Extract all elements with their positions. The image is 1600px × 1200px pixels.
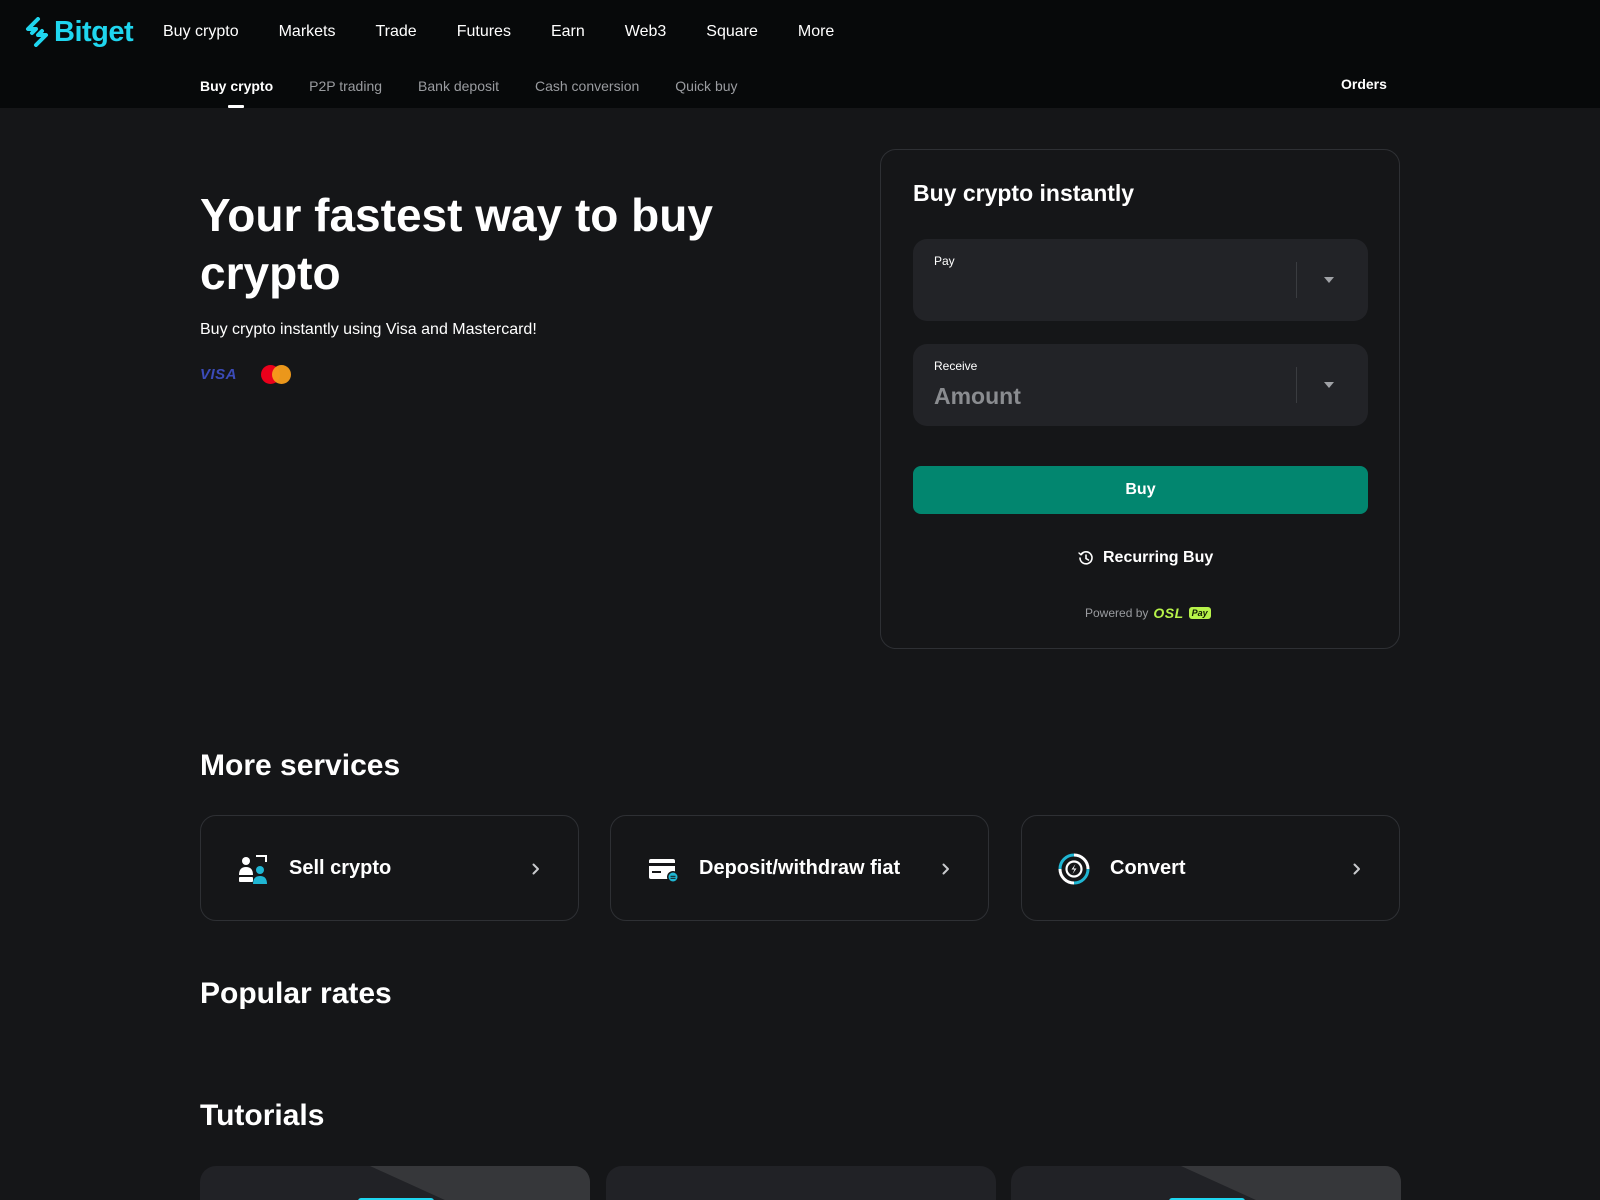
tab-p2p-trading[interactable]: P2P trading: [309, 78, 382, 94]
pay-label: Pay: [934, 254, 955, 268]
sub-nav: Buy crypto P2P trading Bank deposit Cash…: [200, 74, 774, 108]
pay-field[interactable]: Pay: [913, 239, 1368, 321]
receive-label: Receive: [934, 359, 978, 373]
nav-square[interactable]: Square: [706, 23, 758, 41]
orders-link[interactable]: Orders: [1341, 76, 1387, 92]
buy-button[interactable]: Buy: [913, 466, 1368, 514]
payment-logos: VISA: [200, 362, 293, 386]
tutorial-thumbnail-shade: [370, 1166, 590, 1200]
pay-currency-dropdown[interactable]: [1317, 269, 1341, 291]
more-services-heading: More services: [200, 749, 401, 782]
convert-label: Convert: [1110, 857, 1186, 879]
tutorials-heading: Tutorials: [200, 1099, 325, 1132]
sell-crypto-label: Sell crypto: [289, 857, 392, 879]
receive-currency-dropdown[interactable]: [1317, 374, 1341, 396]
brand-name: Bitget: [54, 15, 134, 48]
top-navbar: Bitget Buy crypto Markets Trade Futures …: [0, 0, 1600, 108]
bitget-mark-icon: [26, 17, 48, 47]
recurring-buy-link[interactable]: Recurring Buy: [1078, 546, 1213, 570]
nav-markets[interactable]: Markets: [279, 23, 336, 41]
osl-logo: OSL: [1153, 605, 1184, 621]
powered-by: Powered by OSL Pay: [1085, 604, 1211, 622]
chevron-right-icon: [938, 860, 954, 878]
nav-more[interactable]: More: [798, 23, 834, 41]
panel-title: Buy crypto instantly: [913, 180, 1135, 206]
nav-trade[interactable]: Trade: [376, 23, 417, 41]
chevron-right-icon: [528, 860, 544, 878]
nav-web3[interactable]: Web3: [625, 23, 667, 41]
osl-pay-badge: Pay: [1188, 607, 1211, 619]
tutorial-card[interactable]: [606, 1166, 996, 1200]
receive-field[interactable]: Receive: [913, 344, 1368, 426]
caret-down-icon: [1324, 277, 1334, 283]
tab-bank-deposit[interactable]: Bank deposit: [418, 78, 499, 94]
history-clock-icon: [1078, 551, 1093, 565]
nav-buy-crypto[interactable]: Buy crypto: [163, 23, 239, 41]
pay-amount-input[interactable]: [934, 275, 1274, 307]
hero-title: Your fastest way to buy crypto: [200, 189, 713, 299]
buy-crypto-panel: Buy crypto instantly Pay Receive Buy Rec…: [880, 149, 1400, 649]
convert-icon: [1058, 853, 1090, 885]
tutorial-card[interactable]: [1011, 1166, 1401, 1200]
main-nav: Buy crypto Markets Trade Futures Earn We…: [163, 18, 874, 46]
service-card-sell-crypto[interactable]: Sell crypto: [200, 815, 579, 921]
bitget-logo[interactable]: Bitget: [24, 14, 134, 50]
service-card-deposit-withdraw-fiat[interactable]: Deposit/withdraw fiat: [610, 815, 989, 921]
tab-cash-conversion[interactable]: Cash conversion: [535, 78, 639, 94]
tab-quick-buy[interactable]: Quick buy: [675, 78, 737, 94]
visa-logo: VISA: [200, 365, 238, 383]
popular-rates-heading: Popular rates: [200, 977, 392, 1010]
powered-by-label: Powered by: [1085, 606, 1149, 620]
field-divider: [1296, 367, 1297, 403]
mastercard-logo: [259, 363, 293, 385]
recurring-buy-label: Recurring Buy: [1103, 549, 1214, 566]
tutorial-card[interactable]: [200, 1166, 590, 1200]
hero-subtitle: Buy crypto instantly using Visa and Mast…: [200, 321, 537, 338]
tutorial-thumbnail-shade: [1181, 1166, 1401, 1200]
nav-earn[interactable]: Earn: [551, 23, 585, 41]
sell-crypto-icon: [237, 853, 269, 885]
service-card-convert[interactable]: Convert: [1021, 815, 1400, 921]
fiat-card-icon: [647, 853, 679, 885]
caret-down-icon: [1324, 382, 1334, 388]
chevron-right-icon: [1349, 860, 1365, 878]
nav-futures[interactable]: Futures: [457, 23, 511, 41]
tab-buy-crypto[interactable]: Buy crypto: [200, 78, 273, 108]
receive-amount-input[interactable]: [934, 380, 1274, 412]
deposit-withdraw-fiat-label: Deposit/withdraw fiat: [699, 857, 901, 879]
field-divider: [1296, 262, 1297, 298]
